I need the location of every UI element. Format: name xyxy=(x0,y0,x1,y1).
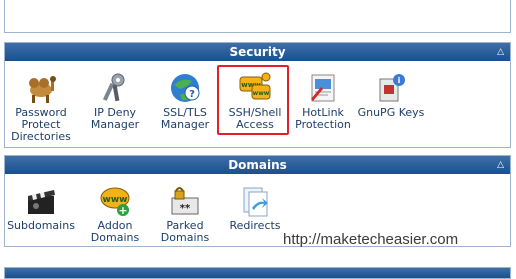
next-panel-header xyxy=(4,267,511,279)
redirects[interactable]: Redirects xyxy=(219,184,291,232)
hotlink-icon xyxy=(311,74,335,102)
keys-icon xyxy=(102,73,125,102)
password-protect-label: Password Protect Directories xyxy=(11,106,71,143)
highlight-box xyxy=(217,65,289,135)
security-title: Security xyxy=(229,45,286,59)
parked-domains[interactable]: ** Parked Domains xyxy=(149,184,221,244)
redirect-icon xyxy=(243,187,268,217)
hotlink-protection[interactable]: HotLink Protection xyxy=(287,71,359,131)
addon-domains-label: Addon Domains xyxy=(90,219,140,244)
domains-title: Domains xyxy=(228,158,287,172)
gnupg-label: GnuPG Keys xyxy=(357,106,425,119)
password-protect-directories[interactable]: Password Protect Directories xyxy=(5,71,77,143)
parked-domains-label: Parked Domains xyxy=(160,219,210,244)
gnupg-key-icon: i xyxy=(379,74,405,102)
ip-deny-label: IP Deny Manager xyxy=(90,106,140,131)
previous-panel xyxy=(4,0,511,33)
ssl-tls-manager[interactable]: ? SSL/TLS Manager xyxy=(149,71,221,131)
subdomains-label: Subdomains xyxy=(7,219,75,232)
collapse-icon[interactable]: △ xyxy=(497,43,504,61)
www-add-icon: www + xyxy=(100,187,130,217)
redirects-label: Redirects xyxy=(229,219,281,232)
camel-icon xyxy=(29,76,56,103)
collapse-icon[interactable]: △ xyxy=(497,156,504,174)
addon-domains[interactable]: www + Addon Domains xyxy=(79,184,151,244)
ssl-tls-label: SSL/TLS Manager xyxy=(160,106,210,131)
hotlink-label: HotLink Protection xyxy=(295,106,351,131)
domains-header[interactable]: Domains △ xyxy=(5,156,510,174)
svg-text:i: i xyxy=(398,76,401,85)
ssl-globe-icon: ? xyxy=(171,74,200,102)
gnupg-keys[interactable]: i GnuPG Keys xyxy=(355,71,427,119)
parked-lock-icon: ** xyxy=(171,187,199,215)
subdomains[interactable]: Subdomains xyxy=(5,184,77,232)
svg-text:+: + xyxy=(118,204,127,217)
clapper-icon xyxy=(28,190,55,214)
svg-text:**: ** xyxy=(180,203,191,214)
watermark-text: http://maketecheasier.com xyxy=(283,231,459,248)
security-panel: Security △ Password Protect Directories xyxy=(4,42,511,148)
security-header[interactable]: Security △ xyxy=(5,43,510,61)
svg-text:?: ? xyxy=(189,89,195,100)
ip-deny-manager[interactable]: IP Deny Manager xyxy=(79,71,151,131)
